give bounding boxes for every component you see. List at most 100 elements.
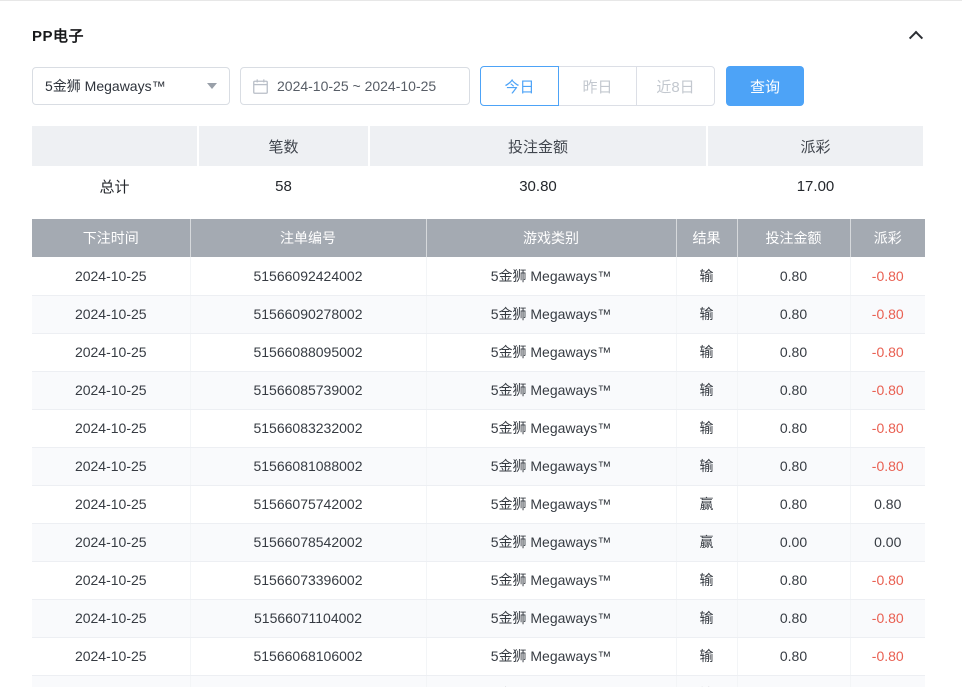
cell-game-type: 5金狮 Megaways™ bbox=[426, 675, 676, 687]
cell-game-type: 5金狮 Megaways™ bbox=[426, 485, 676, 523]
summary-header-blank bbox=[32, 126, 197, 166]
cell-bet-amount: 0.80 bbox=[737, 333, 850, 371]
game-select[interactable]: 5金狮 Megaways™ bbox=[32, 67, 230, 105]
cell-order-id: 51566083232002 bbox=[190, 409, 426, 447]
date-range-input[interactable]: 2024-10-25 ~ 2024-10-25 bbox=[240, 67, 470, 105]
cell-bet-amount: 0.80 bbox=[737, 371, 850, 409]
summary-total-row: 总计 58 30.80 17.00 bbox=[32, 166, 925, 206]
cell-payout: -0.80 bbox=[850, 599, 925, 637]
cell-bet-amount: 0.80 bbox=[737, 485, 850, 523]
cell-game-type: 5金狮 Megaways™ bbox=[426, 447, 676, 485]
col-header-bet-amount: 投注金额 bbox=[737, 219, 850, 257]
date-range-value: 2024-10-25 ~ 2024-10-25 bbox=[277, 78, 436, 94]
yesterday-button[interactable]: 昨日 bbox=[558, 66, 637, 106]
summary-table: 笔数 投注金额 派彩 总计 58 30.80 17.00 bbox=[32, 126, 925, 206]
cell-order-id: 51566065292002 bbox=[190, 675, 426, 687]
cell-bet-time: 2024-10-25 bbox=[32, 447, 190, 485]
summary-header-row: 笔数 投注金额 派彩 bbox=[32, 126, 925, 166]
cell-game-type: 5金狮 Megaways™ bbox=[426, 637, 676, 675]
table-header-row: 下注时间 注单编号 游戏类别 结果 投注金额 派彩 bbox=[32, 219, 925, 257]
col-header-result: 结果 bbox=[676, 219, 737, 257]
cell-result: 输 bbox=[676, 371, 737, 409]
col-header-order-id: 注单编号 bbox=[190, 219, 426, 257]
cell-game-type: 5金狮 Megaways™ bbox=[426, 561, 676, 599]
cell-payout: -0.80 bbox=[850, 561, 925, 599]
cell-result: 输 bbox=[676, 561, 737, 599]
cell-bet-time: 2024-10-25 bbox=[32, 485, 190, 523]
cell-payout: -0.80 bbox=[850, 371, 925, 409]
cell-bet-time: 2024-10-25 bbox=[32, 675, 190, 687]
cell-bet-amount: 0.80 bbox=[737, 599, 850, 637]
cell-game-type: 5金狮 Megaways™ bbox=[426, 371, 676, 409]
pp-electronic-panel: PP电子 5金狮 Megaways™ 2024-10-25 ~ 2024-10-… bbox=[0, 0, 962, 687]
table-row: 2024-10-25 51566065292002 5金狮 Megaways™ … bbox=[32, 675, 925, 687]
cell-bet-amount: 0.80 bbox=[737, 637, 850, 675]
col-header-payout: 派彩 bbox=[850, 219, 925, 257]
cell-result: 输 bbox=[676, 409, 737, 447]
panel-header: PP电子 bbox=[32, 22, 925, 48]
cell-bet-amount: 0.80 bbox=[737, 561, 850, 599]
quick-range-group: 今日 昨日 近8日 bbox=[480, 66, 715, 106]
cell-order-id: 51566081088002 bbox=[190, 447, 426, 485]
table-row: 2024-10-25 51566090278002 5金狮 Megaways™ … bbox=[32, 295, 925, 333]
cell-payout: 0.80 bbox=[850, 485, 925, 523]
cell-result: 输 bbox=[676, 333, 737, 371]
cell-bet-amount: 0.00 bbox=[737, 523, 850, 561]
cell-bet-time: 2024-10-25 bbox=[32, 637, 190, 675]
game-select-value: 5金狮 Megaways™ bbox=[45, 76, 166, 96]
summary-total-count: 58 bbox=[199, 166, 368, 206]
table-row: 2024-10-25 51566078542002 5金狮 Megaways™ … bbox=[32, 523, 925, 561]
summary-total-bet: 30.80 bbox=[370, 166, 706, 206]
today-button[interactable]: 今日 bbox=[480, 66, 559, 106]
calendar-icon bbox=[253, 79, 268, 94]
table-row: 2024-10-25 51566092424002 5金狮 Megaways™ … bbox=[32, 257, 925, 295]
cell-order-id: 51566078542002 bbox=[190, 523, 426, 561]
cell-result: 输 bbox=[676, 257, 737, 295]
cell-bet-time: 2024-10-25 bbox=[32, 599, 190, 637]
cell-bet-amount: 0.80 bbox=[737, 295, 850, 333]
cell-result: 输 bbox=[676, 447, 737, 485]
cell-bet-time: 2024-10-25 bbox=[32, 409, 190, 447]
cell-game-type: 5金狮 Megaways™ bbox=[426, 295, 676, 333]
cell-result: 输 bbox=[676, 675, 737, 687]
summary-header-count: 笔数 bbox=[199, 126, 368, 166]
cell-payout: -0.80 bbox=[850, 637, 925, 675]
table-row: 2024-10-25 51566085739002 5金狮 Megaways™ … bbox=[32, 371, 925, 409]
last-8-days-button[interactable]: 近8日 bbox=[636, 66, 715, 106]
cell-bet-amount: 0.80 bbox=[737, 257, 850, 295]
cell-order-id: 51566075742002 bbox=[190, 485, 426, 523]
cell-result: 输 bbox=[676, 295, 737, 333]
cell-bet-time: 2024-10-25 bbox=[32, 523, 190, 561]
cell-result: 赢 bbox=[676, 523, 737, 561]
cell-order-id: 51566085739002 bbox=[190, 371, 426, 409]
summary-header-bet: 投注金额 bbox=[370, 126, 706, 166]
cell-bet-amount: 0.80 bbox=[737, 447, 850, 485]
bet-table-body: 2024-10-25 51566092424002 5金狮 Megaways™ … bbox=[32, 257, 925, 687]
cell-payout: -0.80 bbox=[850, 295, 925, 333]
cell-payout: -0.80 bbox=[850, 257, 925, 295]
cell-bet-time: 2024-10-25 bbox=[32, 295, 190, 333]
cell-order-id: 51566073396002 bbox=[190, 561, 426, 599]
cell-bet-time: 2024-10-25 bbox=[32, 371, 190, 409]
caret-down-icon bbox=[207, 83, 217, 89]
cell-result: 输 bbox=[676, 637, 737, 675]
summary-total-label: 总计 bbox=[32, 166, 197, 206]
cell-game-type: 5金狮 Megaways™ bbox=[426, 409, 676, 447]
cell-order-id: 51566092424002 bbox=[190, 257, 426, 295]
cell-bet-time: 2024-10-25 bbox=[32, 257, 190, 295]
col-header-bet-time: 下注时间 bbox=[32, 219, 190, 257]
table-row: 2024-10-25 51566081088002 5金狮 Megaways™ … bbox=[32, 447, 925, 485]
table-row: 2024-10-25 51566088095002 5金狮 Megaways™ … bbox=[32, 333, 925, 371]
cell-payout: -0.80 bbox=[850, 409, 925, 447]
filter-bar: 5金狮 Megaways™ 2024-10-25 ~ 2024-10-25 今日… bbox=[32, 66, 925, 106]
search-button[interactable]: 查询 bbox=[726, 66, 804, 106]
cell-bet-amount: 0.80 bbox=[737, 675, 850, 687]
table-row: 2024-10-25 51566083232002 5金狮 Megaways™ … bbox=[32, 409, 925, 447]
cell-bet-amount: 0.80 bbox=[737, 409, 850, 447]
summary-header-payout: 派彩 bbox=[708, 126, 923, 166]
cell-game-type: 5金狮 Megaways™ bbox=[426, 257, 676, 295]
cell-order-id: 51566090278002 bbox=[190, 295, 426, 333]
table-row: 2024-10-25 51566068106002 5金狮 Megaways™ … bbox=[32, 637, 925, 675]
cell-payout: -0.80 bbox=[850, 675, 925, 687]
collapse-chevron-up-icon[interactable] bbox=[907, 26, 925, 44]
